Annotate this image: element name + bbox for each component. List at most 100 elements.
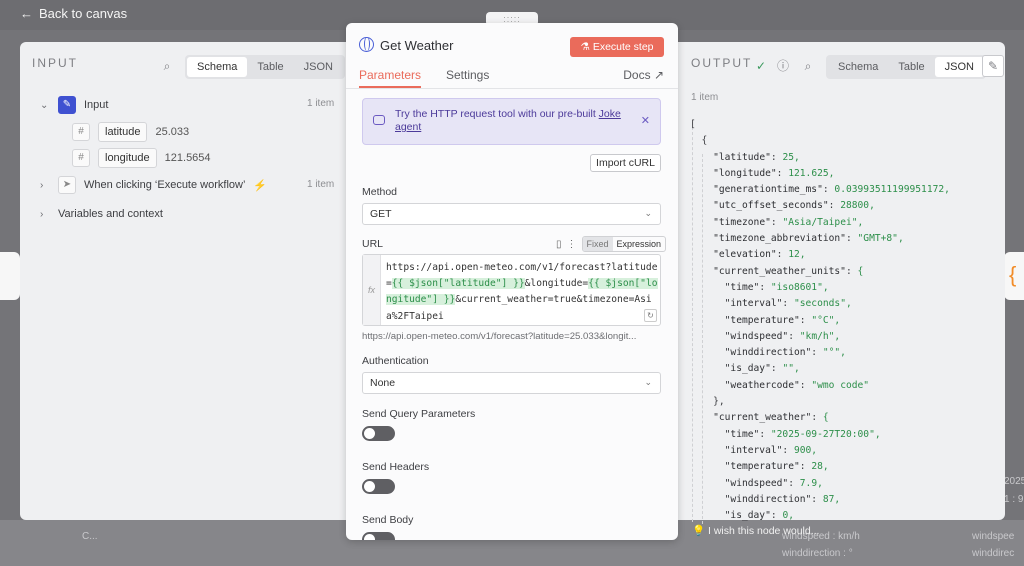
- tree-item-label: Input: [84, 99, 109, 111]
- docs-link[interactable]: Docs ↗: [623, 68, 664, 82]
- execute-step-button[interactable]: ⚗ Execute step: [570, 37, 664, 57]
- send-query-toggle[interactable]: [362, 426, 395, 441]
- json-key: "interval": [724, 444, 783, 456]
- json-line: "generationtime_ms": 0.03993511199951172…: [713, 184, 950, 196]
- more-vertical-icon[interactable]: ⋮: [567, 239, 577, 250]
- json-line: "current_weather_units": {: [713, 265, 864, 277]
- json-line: {: [690, 135, 708, 147]
- json-value: 28800,: [840, 200, 875, 212]
- tab-parameters[interactable]: Parameters: [359, 68, 422, 88]
- json-key: "is_day": [724, 510, 771, 522]
- json-key: "temperature": [724, 461, 800, 473]
- execute-step-label: Execute step: [592, 41, 654, 53]
- arrow-left-icon: ←: [20, 6, 33, 21]
- tree-item-input[interactable]: ⌄ ✎ Input: [40, 96, 108, 114]
- modal-tabs: Parameters Settings Docs ↗: [346, 67, 678, 89]
- json-key: "winddirection": [724, 347, 812, 359]
- close-icon[interactable]: ✕: [641, 114, 650, 127]
- json-value: "°",: [822, 347, 846, 359]
- input-panel: INPUT ⌕ Schema Table JSON ⌄ ✎ Input 1 it…: [20, 42, 346, 520]
- expression-option[interactable]: Expression: [613, 237, 666, 251]
- external-link-icon: ↗: [653, 68, 664, 82]
- json-line: "current_weather": {: [713, 412, 829, 424]
- number-type-icon: #: [72, 123, 90, 141]
- chevron-down-icon: ⌄: [644, 377, 652, 387]
- url-preview: https://api.open-meteo.com/v1/forecast?l…: [362, 331, 637, 342]
- search-icon[interactable]: ⌕: [158, 57, 176, 75]
- json-line: [: [690, 119, 696, 130]
- search-icon[interactable]: ⌕: [799, 57, 817, 75]
- send-headers-label: Send Headers: [362, 461, 430, 473]
- view-json-button[interactable]: JSON: [294, 57, 343, 77]
- view-table-button[interactable]: Table: [247, 57, 293, 77]
- callout-text: Try the HTTP request tool with our pre-b…: [395, 108, 635, 134]
- json-key: "latitude": [713, 151, 771, 163]
- tree-item-variables[interactable]: › Variables and context: [40, 208, 163, 220]
- edit-output-pencil-icon[interactable]: ✎: [982, 55, 1004, 77]
- json-line: "timezone_abbreviation": "GMT+8",: [713, 233, 904, 245]
- refresh-icon[interactable]: ↻: [644, 309, 657, 322]
- json-value: "",: [782, 363, 800, 375]
- json-key: "time": [724, 281, 760, 293]
- tree-item-label: When clicking ‘Execute workflow’: [84, 179, 246, 191]
- json-key: "is_day": [724, 363, 771, 375]
- json-key: "weathercode": [724, 379, 800, 391]
- json-value: "wmo code": [811, 379, 870, 391]
- field-row-latitude[interactable]: # latitude 25.033: [72, 122, 189, 142]
- method-select[interactable]: GET ⌄: [362, 203, 661, 225]
- json-key: "interval": [724, 298, 783, 310]
- view-schema-button[interactable]: Schema: [828, 57, 888, 77]
- canvas-node-left-edge[interactable]: [0, 252, 20, 300]
- view-table-button[interactable]: Table: [888, 57, 934, 77]
- field-name: latitude: [98, 122, 148, 142]
- method-value: GET: [370, 208, 392, 220]
- import-curl-button[interactable]: Import cURL: [590, 154, 661, 172]
- canvas-node-right-edge[interactable]: {: [1004, 252, 1024, 300]
- lightning-icon: ⚡: [253, 179, 268, 192]
- field-row-longitude[interactable]: # longitude 121.5654: [72, 148, 211, 168]
- send-headers-toggle[interactable]: [362, 479, 395, 494]
- json-line: "time": "iso8601",: [724, 281, 829, 293]
- json-key: "timezone": [713, 216, 771, 228]
- json-value: "2025-09-27T20:00",: [770, 428, 881, 440]
- item-count: 1 item: [307, 98, 335, 109]
- feedback-link[interactable]: 💡 I wish this node would...: [692, 524, 819, 537]
- expand-icon[interactable]: ▯: [556, 239, 562, 250]
- json-line: "utc_offset_seconds": 28800,: [713, 200, 875, 212]
- json-value: 28,: [811, 461, 829, 473]
- back-to-canvas-link[interactable]: ← Back to canvas: [20, 6, 127, 21]
- json-key: "current_weather_units": [713, 265, 846, 277]
- canvas-bg-text: 1 : 9: [1004, 494, 1024, 505]
- tree-item-trigger[interactable]: › ➤ When clicking ‘Execute workflow’ ⚡: [40, 176, 267, 194]
- json-output: [ { "latitude": 25, "longitude": 121.625…: [690, 117, 950, 524]
- input-view-switch: Schema Table JSON: [185, 55, 345, 79]
- node-title[interactable]: Get Weather: [380, 38, 453, 53]
- json-line: "weathercode": "wmo code": [724, 379, 870, 391]
- json-value: "Asia/Taipei",: [782, 216, 864, 228]
- info-icon[interactable]: ⓘ: [774, 57, 792, 75]
- globe-icon: [359, 37, 374, 52]
- robot-icon: [373, 115, 385, 125]
- json-key: "timezone_abbreviation": [713, 233, 846, 245]
- canvas-bg-text: windspee: [972, 531, 1015, 542]
- tab-settings[interactable]: Settings: [446, 68, 489, 82]
- input-heading: INPUT: [32, 56, 78, 70]
- json-line: "elevation": 12,: [713, 249, 806, 261]
- json-key: "time": [724, 428, 760, 440]
- json-key: "generationtime_ms": [713, 184, 823, 196]
- send-body-label: Send Body: [362, 514, 414, 526]
- fixed-option[interactable]: Fixed: [582, 237, 613, 251]
- json-line: "winddirection": "°",: [724, 347, 846, 359]
- url-expression-input[interactable]: fx https://api.open-meteo.com/v1/forecas…: [362, 254, 661, 326]
- view-schema-button[interactable]: Schema: [187, 57, 248, 77]
- fixed-expression-toggle[interactable]: Fixed Expression: [581, 236, 667, 252]
- view-json-button[interactable]: JSON: [934, 57, 984, 77]
- field-name: longitude: [98, 148, 157, 168]
- json-line: "temperature": "°C",: [724, 314, 841, 326]
- json-value: "°C",: [811, 314, 841, 326]
- output-item-count: 1 item: [691, 92, 719, 103]
- json-key: "longitude": [713, 167, 777, 179]
- send-body-toggle[interactable]: [362, 532, 395, 540]
- authentication-select[interactable]: None ⌄: [362, 372, 661, 394]
- json-value: "km/h",: [799, 330, 841, 342]
